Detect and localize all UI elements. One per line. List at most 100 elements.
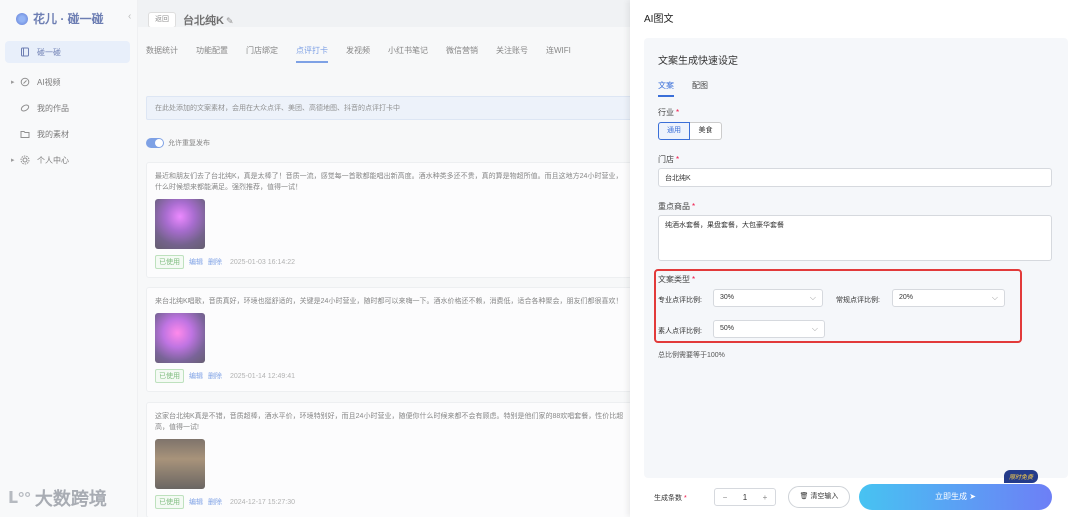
- quantity-stepper: − 1 +: [714, 488, 776, 506]
- required-mark: *: [692, 202, 696, 211]
- drawer-body: 文案生成快速设定 文案 配图 行业 * 通用 美食 门店 * 台北纯K 重点商品 * …: [644, 38, 1068, 478]
- required-mark: *: [692, 275, 696, 284]
- card-thumbnail[interactable]: [155, 313, 205, 363]
- sidebar-item-personal-center[interactable]: ▸ 个人中心: [5, 149, 130, 171]
- generate-label: 立即生成: [935, 492, 968, 501]
- quantity-value[interactable]: 1: [735, 493, 755, 502]
- amateur-ratio-value: 50%: [720, 325, 735, 332]
- allow-repeat-row: 允许重复发布: [146, 138, 210, 148]
- drawer-footer: 生成条数 * − 1 + 🗑 清空输入 立即生成 ➤ 限时免费: [644, 470, 1068, 510]
- link-icon: [19, 102, 31, 114]
- sidebar-item-ai-video[interactable]: ▸ AI视频: [5, 71, 130, 93]
- drawer-title: AI图文: [644, 14, 674, 25]
- sub-tab-bar: 文案 配图: [658, 80, 708, 97]
- logo-mark-icon: [16, 12, 28, 25]
- free-badge: 限时免费: [1004, 470, 1039, 483]
- decrement-button[interactable]: −: [715, 493, 735, 502]
- delete-link[interactable]: 删除: [208, 497, 222, 507]
- store-title-text: 台北纯K: [183, 15, 224, 27]
- tab-wechat-marketing[interactable]: 微信营销: [446, 45, 478, 63]
- edit-link[interactable]: 编辑: [189, 497, 203, 507]
- product-textarea[interactable]: 纯酒水套餐，果盘套餐，大包豪华套餐: [658, 215, 1052, 261]
- tab-post-video[interactable]: 发视频: [346, 45, 370, 63]
- expand-caret-icon: ▸: [11, 157, 15, 164]
- store-input[interactable]: 台北纯K: [658, 168, 1052, 187]
- tab-data-stats[interactable]: 数据统计: [146, 45, 178, 63]
- tab-images[interactable]: 配图: [692, 80, 708, 97]
- type-label: 文案类型 *: [658, 274, 695, 285]
- collapse-sidebar-icon[interactable]: ‹: [128, 11, 131, 22]
- pro-ratio-value: 30%: [720, 294, 735, 301]
- sidebar-item-label: AI视频: [37, 77, 61, 87]
- normal-ratio-value: 20%: [899, 294, 914, 301]
- status-badge: 已使用: [155, 495, 184, 509]
- normal-ratio-select[interactable]: 20% ⌵: [892, 289, 1005, 307]
- watermark-logo-icon: ᒪ͏°°: [8, 490, 31, 507]
- delete-link[interactable]: 删除: [208, 257, 222, 267]
- pencil-icon[interactable]: ✎: [226, 16, 234, 26]
- card-footer: 已使用 编辑 删除 2025-01-03 16:14:22: [155, 255, 627, 269]
- amateur-ratio-select[interactable]: 50% ⌵: [713, 320, 825, 338]
- trash-icon: 🗑: [799, 493, 809, 500]
- ratio-hint: 总比例需要等于100%: [658, 352, 725, 359]
- timestamp: 2025-01-14 12:49:41: [230, 372, 295, 380]
- sidebar: 花儿 · 碰一碰 ‹ 碰一碰 ▸ AI视频 我的作品 我的素材 ▸ 个人中心: [0, 0, 138, 517]
- card-thumbnail[interactable]: [155, 439, 205, 489]
- delete-link[interactable]: 删除: [208, 371, 222, 381]
- edit-link[interactable]: 编辑: [189, 257, 203, 267]
- send-icon: ➤: [969, 492, 976, 501]
- tab-follow-account[interactable]: 关注账号: [496, 45, 528, 63]
- industry-option-general[interactable]: 通用: [658, 122, 690, 140]
- count-label-text: 生成条数: [654, 495, 682, 502]
- sidebar-item-my-works[interactable]: 我的作品: [5, 97, 130, 119]
- store-label: 门店 *: [658, 154, 679, 165]
- tab-store-binding[interactable]: 门店绑定: [246, 45, 278, 63]
- sidebar-item-my-materials[interactable]: 我的素材: [5, 123, 130, 145]
- tab-xiaohongshu[interactable]: 小红书笔记: [388, 45, 428, 63]
- back-button[interactable]: 返回: [148, 12, 176, 28]
- page-title: 台北纯K ✎: [183, 12, 234, 28]
- sidebar-item-pengyipeng[interactable]: 碰一碰: [5, 41, 130, 63]
- tab-bar: 数据统计 功能配置 门店绑定 点评打卡 发视频 小红书笔记 微信营销 关注账号 …: [146, 45, 571, 63]
- timestamp: 2025-01-03 16:14:22: [230, 258, 295, 266]
- industry-option-food[interactable]: 美食: [690, 122, 722, 140]
- card-thumbnail[interactable]: [155, 199, 205, 249]
- tab-review-checkin[interactable]: 点评打卡: [296, 45, 328, 63]
- edit-link[interactable]: 编辑: [189, 371, 203, 381]
- list-item: 这家台北纯K真是不错，音质超棒，酒水平价，环境特别好，而且24小时营业，随便你什…: [146, 402, 636, 517]
- chevron-down-icon: ⌵: [811, 324, 818, 333]
- status-badge: 已使用: [155, 369, 184, 383]
- required-mark: *: [684, 495, 687, 502]
- type-label-text: 文案类型: [658, 275, 690, 284]
- app-logo: 花儿 · 碰一碰: [16, 10, 104, 27]
- sidebar-item-label: 我的作品: [37, 103, 69, 113]
- watermark: ᒪ͏°° 大数跨境: [8, 485, 107, 511]
- card-text: 这家台北纯K真是不错，音质超棒，酒水平价，环境特别好，而且24小时营业，随便你什…: [155, 413, 624, 431]
- pro-ratio-select[interactable]: 30% ⌵: [713, 289, 823, 307]
- allow-repeat-toggle[interactable]: [146, 138, 164, 148]
- list-item: 来台北纯K唱歌，音质真好，环境也挺舒适的，关键是24小时营业，随时都可以来嗨一下…: [146, 287, 636, 392]
- required-mark: *: [676, 155, 680, 164]
- increment-button[interactable]: +: [755, 493, 775, 502]
- sidebar-item-label: 碰一碰: [37, 47, 61, 57]
- industry-label: 行业 *: [658, 107, 679, 118]
- edit-icon: [19, 76, 31, 88]
- sidebar-item-label: 我的素材: [37, 129, 69, 139]
- amateur-ratio-label: 素人点评比例:: [658, 328, 702, 335]
- status-badge: 已使用: [155, 255, 184, 269]
- clear-label: 清空输入: [810, 493, 839, 500]
- card-footer: 已使用 编辑 删除 2024-12-17 15:27:30: [155, 495, 627, 509]
- product-label: 重点商品 *: [658, 201, 695, 212]
- tab-function-config[interactable]: 功能配置: [196, 45, 228, 63]
- expand-caret-icon: ▸: [11, 79, 15, 86]
- clear-input-button[interactable]: 🗑 清空输入: [788, 486, 850, 508]
- allow-repeat-label: 允许重复发布: [168, 140, 210, 147]
- info-banner: 在此处添加的文案素材，会用在大众点评、美团、高德地图、抖音的点评打卡中: [146, 96, 636, 120]
- chevron-down-icon: ⌵: [991, 293, 998, 302]
- list-item: 最近和朋友们去了台北纯K，真是太棒了！音质一流，感觉每一首歌都能唱出新高度。酒水…: [146, 162, 636, 278]
- chevron-down-icon: ⌵: [809, 293, 816, 302]
- timestamp: 2024-12-17 15:27:30: [230, 498, 295, 506]
- tab-copywriting[interactable]: 文案: [658, 80, 674, 97]
- tab-wifi[interactable]: 连WIFI: [546, 45, 571, 63]
- generate-button[interactable]: 立即生成 ➤: [859, 484, 1052, 510]
